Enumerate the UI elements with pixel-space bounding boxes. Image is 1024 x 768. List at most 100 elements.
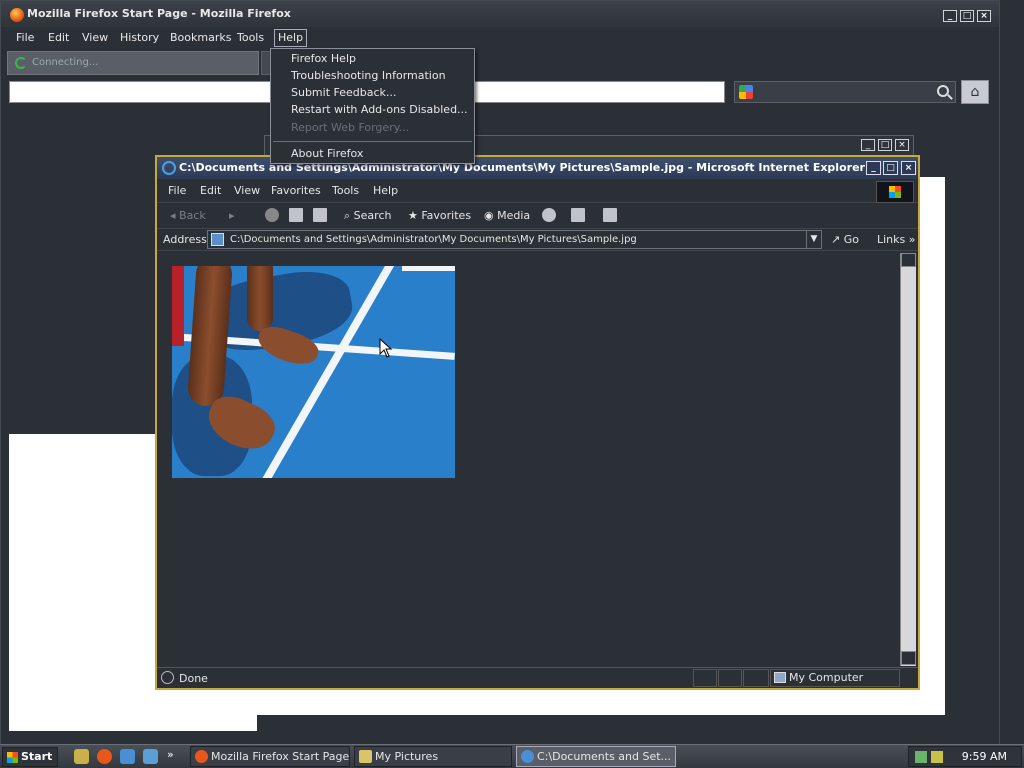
task-firefox[interactable]: Mozilla Firefox Start Page... (190, 746, 350, 767)
windows-logo-icon (876, 181, 914, 203)
loading-spinner-icon (15, 57, 27, 69)
ie-menu-edit[interactable]: Edit (200, 184, 221, 197)
ie-window: C:\Documents and Settings\Administrator\… (155, 155, 920, 690)
start-button[interactable]: Start (2, 747, 58, 767)
home-button[interactable]: ⌂ (961, 80, 989, 104)
status-pane (693, 669, 717, 687)
print-icon[interactable] (603, 208, 617, 222)
stop-icon[interactable] (265, 208, 279, 222)
chevron-right-icon[interactable]: » (167, 748, 174, 761)
network-icon[interactable] (915, 751, 927, 763)
media-button[interactable]: ◉ Media (484, 209, 530, 222)
address-input[interactable]: C:\Documents and Settings\Administrator\… (207, 230, 822, 249)
history-icon[interactable] (542, 208, 556, 222)
menu-help[interactable]: Help (274, 29, 308, 47)
back-button[interactable]: ◂ Back (170, 209, 206, 222)
ie-menu-favorites[interactable]: Favorites (271, 184, 321, 197)
search-button[interactable]: ⌕ Search (344, 209, 391, 223)
close-icon[interactable]: × (901, 161, 916, 175)
favorites-button[interactable]: ★ Favorites (408, 209, 471, 222)
windows-flag-icon (7, 752, 18, 763)
search-label: Search (353, 209, 392, 222)
menu-history[interactable]: History (120, 31, 159, 44)
address-label: Address (163, 233, 207, 246)
menu-item-about-firefox[interactable]: About Firefox (291, 147, 363, 160)
task-my-pictures[interactable]: My Pictures (354, 746, 512, 767)
menu-edit[interactable]: Edit (48, 31, 69, 44)
menu-item-troubleshooting[interactable]: Troubleshooting Information (291, 69, 446, 82)
volume-icon[interactable] (931, 751, 943, 763)
google-icon[interactable] (739, 85, 753, 99)
firefox-logo-icon (10, 8, 24, 22)
show-desktop-icon[interactable] (74, 749, 89, 764)
menu-item-firefox-help[interactable]: Firefox Help (291, 52, 356, 65)
search-icon[interactable] (937, 85, 949, 97)
firefox-content-area-right (919, 177, 945, 715)
forward-button[interactable]: ▸ (229, 209, 235, 222)
back-label: Back (179, 209, 206, 222)
scroll-up-button[interactable] (901, 253, 916, 267)
ie-menu-tools[interactable]: Tools (332, 184, 359, 197)
maximize-icon[interactable]: □ (883, 161, 898, 175)
go-label: Go (843, 233, 859, 246)
close-icon[interactable]: × (977, 10, 991, 22)
help-dropdown-menu: Firefox Help Troubleshooting Information… (270, 48, 475, 164)
address-value: C:\Documents and Settings\Administrator\… (230, 234, 637, 245)
ie-toolbar: ◂ Back ▸ ⌕ Search ★ Favorites ◉ Media (157, 203, 918, 229)
chevron-down-icon[interactable]: ▼ (806, 231, 821, 248)
task-label: My Pictures (375, 750, 439, 763)
status-pane (718, 669, 742, 687)
go-button[interactable]: ↗ Go (831, 233, 859, 246)
menu-item-submit-feedback[interactable]: Submit Feedback... (291, 86, 396, 99)
status-text: Done (179, 672, 208, 685)
menu-tools[interactable]: Tools (237, 31, 264, 44)
clock[interactable]: 9:59 AM (962, 750, 1007, 763)
minimize-icon[interactable]: _ (861, 139, 875, 151)
security-zone: My Computer (770, 669, 900, 687)
status-pane (743, 669, 769, 687)
minimize-icon[interactable]: _ (943, 10, 957, 22)
close-icon[interactable]: × (895, 139, 909, 151)
ie-quicklaunch-icon[interactable] (120, 749, 135, 764)
links-button[interactable]: Links » (877, 233, 916, 246)
mail-icon[interactable] (571, 208, 585, 222)
scroll-down-button[interactable] (901, 651, 916, 665)
photo-shirt (172, 266, 184, 346)
menu-view[interactable]: View (82, 31, 108, 44)
taskbar: Start » Mozilla Firefox Start Page... My… (0, 744, 1024, 768)
maximize-icon[interactable]: □ (960, 10, 974, 22)
zone-label: My Computer (789, 671, 864, 684)
firefox-tab[interactable]: Connecting... (7, 51, 259, 75)
minimize-icon[interactable]: _ (866, 161, 881, 175)
task-label: Mozilla Firefox Start Page... (211, 750, 350, 763)
ie-menu-help[interactable]: Help (373, 184, 398, 197)
refresh-icon[interactable] (289, 208, 303, 222)
page-done-icon (161, 671, 174, 684)
firefox-titlebar[interactable]: Mozilla Firefox Start Page - Mozilla Fir… (1, 1, 999, 27)
firefox-content-area-bottom (257, 689, 945, 715)
links-label: Links (877, 233, 906, 246)
page-icon (211, 233, 224, 246)
explorer-quicklaunch-icon[interactable] (143, 749, 158, 764)
photo-arm (247, 266, 273, 331)
sample-photo (172, 266, 455, 478)
firefox-title-text: Mozilla Firefox Start Page - Mozilla Fir… (27, 7, 291, 20)
ie-menu-view[interactable]: View (234, 184, 260, 197)
menu-item-report-web-forgery: Report Web Forgery... (291, 121, 410, 134)
maximize-icon[interactable]: □ (878, 139, 892, 151)
folder-icon (359, 750, 372, 763)
ie-status-bar: Done My Computer (157, 667, 918, 688)
search-box[interactable] (734, 81, 956, 103)
task-ie-sample[interactable]: C:\Documents and Set... (516, 746, 676, 767)
ie-content-view (159, 253, 900, 666)
ie-menu-file[interactable]: File (168, 184, 186, 197)
computer-icon (774, 672, 786, 683)
ie-logo-icon (162, 161, 176, 175)
menu-bookmarks[interactable]: Bookmarks (170, 31, 231, 44)
menu-file[interactable]: File (16, 31, 34, 44)
firefox-menubar: File Edit View History Bookmarks Tools H… (1, 27, 999, 49)
firefox-quicklaunch-icon[interactable] (97, 749, 112, 764)
menu-item-restart-addons-disabled[interactable]: Restart with Add-ons Disabled... (291, 103, 468, 116)
vertical-scrollbar[interactable] (900, 253, 916, 666)
home-icon[interactable] (313, 208, 327, 222)
